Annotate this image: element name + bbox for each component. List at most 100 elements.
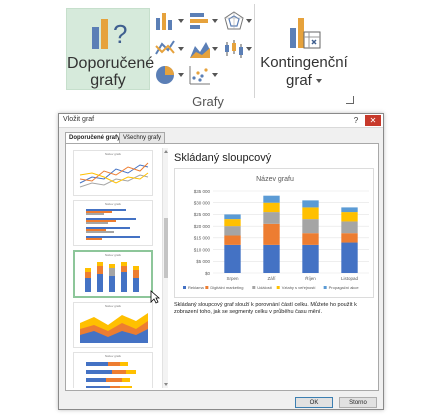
recommended-charts-icon: ? — [92, 19, 127, 49]
chart-thumbnail-stacked-column[interactable]: Název grafu — [73, 250, 153, 298]
bar-segment — [224, 235, 241, 245]
chevron-down-icon — [316, 79, 323, 84]
bar-segment — [302, 244, 319, 273]
bar-segment — [224, 226, 241, 236]
stacked-column-chart: Název grafu $0 $5 000 $10 000 $15 000 $20 000… — [183, 176, 369, 290]
recommended-charts-label-2: grafy — [90, 72, 126, 89]
chevron-down-icon — [212, 47, 218, 51]
ribbon-group-label: Grafy — [192, 94, 224, 109]
insert-scatter-chart-button[interactable] — [188, 64, 218, 90]
bar-segment — [224, 219, 241, 227]
chart-thumbnail-area[interactable]: Název grafu — [73, 302, 153, 348]
recommended-charts-button[interactable]: ? Doporučené grafy — [66, 8, 155, 90]
y-tick-label: $20 000 — [194, 224, 211, 229]
thumbnail-title: Název grafu — [104, 202, 122, 206]
chevron-down-icon — [246, 19, 252, 23]
help-button[interactable]: ? — [349, 115, 363, 126]
legend-entry: Digitální marketing — [210, 285, 243, 290]
line-chart-icon — [155, 40, 175, 55]
bar-segment — [302, 233, 319, 245]
ribbon-separator — [254, 4, 255, 98]
legend-entry: Propagační akce — [329, 285, 360, 290]
pie-chart-icon — [156, 66, 174, 84]
bar-segment — [341, 212, 358, 222]
chevron-down-icon — [212, 73, 218, 77]
cancel-button[interactable]: Storno — [339, 397, 377, 408]
y-tick-label: $10 000 — [194, 247, 211, 252]
svg-text:?: ? — [113, 19, 127, 49]
x-tick-label: Říjen — [305, 274, 316, 281]
x-tick-label: Srpen — [226, 276, 239, 281]
thumbnail-title: Název grafu — [104, 253, 122, 257]
bar-segment — [341, 242, 358, 273]
pivot-chart-button[interactable]: Kontingenční graf — [258, 8, 350, 90]
bar-segment — [263, 244, 280, 273]
legend-entry: Události — [257, 285, 272, 290]
insert-area-chart-button[interactable] — [188, 38, 218, 64]
bar-segment — [302, 200, 319, 208]
insert-bar-chart-button[interactable] — [188, 10, 218, 36]
column-chart-icon — [156, 13, 172, 30]
mouse-cursor-icon — [150, 290, 160, 304]
x-tick-label: Listopad — [341, 276, 359, 281]
insert-stock-chart-button[interactable] — [222, 38, 252, 64]
radar-chart-icon — [224, 11, 244, 30]
scroll-down-icon[interactable] — [164, 383, 168, 386]
legend-entry: Reklama — [188, 285, 205, 290]
pivot-chart-label-1: Kontingenční — [260, 54, 348, 71]
legend-entry: Vztahy s veřejností — [282, 285, 317, 290]
y-tick-label: $25 000 — [194, 212, 211, 217]
area-chart-preview-icon — [80, 313, 148, 343]
thumbnail-scrollbar[interactable] — [162, 148, 168, 388]
close-button[interactable]: ✕ — [365, 115, 381, 126]
y-tick-label: $35 000 — [194, 189, 211, 194]
insert-pie-chart-button[interactable] — [154, 64, 184, 90]
ribbon-charts-group: ? Doporučené grafy Kontingenční graf Gra… — [58, 0, 358, 109]
recommended-charts-label-1: Doporučené — [67, 55, 155, 72]
legend-swatch — [252, 286, 256, 289]
legend-swatch — [183, 286, 186, 289]
insert-chart-dialog: Vložit graf ? ✕ Doporučené grafy Všechny… — [58, 113, 384, 410]
bar-segment — [263, 202, 280, 213]
chart-preview: Název grafu $0 $5 000 $10 000 $15 000 $20 000… — [174, 168, 374, 298]
insert-column-chart-button[interactable] — [154, 10, 184, 36]
stacked-column-preview-icon — [85, 262, 139, 292]
scatter-chart-icon — [189, 66, 210, 85]
dialog-titlebar: Vložit graf ? ✕ — [59, 114, 383, 128]
chevron-down-icon — [246, 47, 252, 51]
stacked-bar-preview-icon — [86, 362, 136, 388]
thumbnail-title: Název grafu — [104, 304, 122, 308]
chart-thumbnail-list: Název grafu Název grafu Název grafu Náze… — [70, 148, 160, 388]
bar-segment — [263, 195, 280, 203]
tab-panel: Název grafu Název grafu Název grafu Náze… — [65, 143, 379, 391]
insert-radar-chart-button[interactable] — [222, 10, 252, 36]
dialog-title: Vložit graf — [63, 116, 95, 123]
chart-thumbnail-stacked-bar[interactable]: Název grafu — [73, 352, 153, 388]
chevron-down-icon — [212, 19, 218, 23]
thumbnail-title: Název grafu — [104, 354, 122, 358]
y-tick-label: $30 000 — [194, 201, 211, 206]
dialog-launcher-icon[interactable] — [346, 96, 354, 104]
chevron-down-icon — [178, 73, 184, 77]
ok-button[interactable]: OK — [295, 397, 333, 408]
legend-swatch — [323, 286, 327, 289]
thumbnail-title: Název grafu — [104, 152, 122, 156]
legend-swatch — [276, 286, 280, 289]
chart-title: Název grafu — [256, 176, 294, 183]
line-chart-preview-icon — [79, 162, 149, 188]
preview-chart-type-heading: Skládaný sloupcový — [174, 152, 272, 164]
pivot-chart-icon — [290, 18, 321, 49]
scroll-up-icon[interactable] — [164, 150, 168, 153]
insert-line-chart-button[interactable] — [154, 38, 184, 64]
chart-thumbnail-line[interactable]: Název grafu — [73, 150, 153, 196]
chart-thumbnail-clustered-bar[interactable]: Název grafu — [73, 200, 153, 246]
bar-segment — [302, 219, 319, 234]
bar-segment — [341, 207, 358, 213]
bar-segment — [224, 244, 241, 273]
scrollbar-thumb[interactable] — [164, 218, 168, 278]
y-tick-label: $5 000 — [196, 259, 210, 264]
tab-all-charts[interactable]: Všechny grafy — [119, 132, 166, 143]
chart-description: Skládaný sloupcový graf slouží k porovná… — [174, 302, 357, 315]
x-tick-label: Září — [267, 276, 276, 281]
bar-segment — [341, 233, 358, 243]
